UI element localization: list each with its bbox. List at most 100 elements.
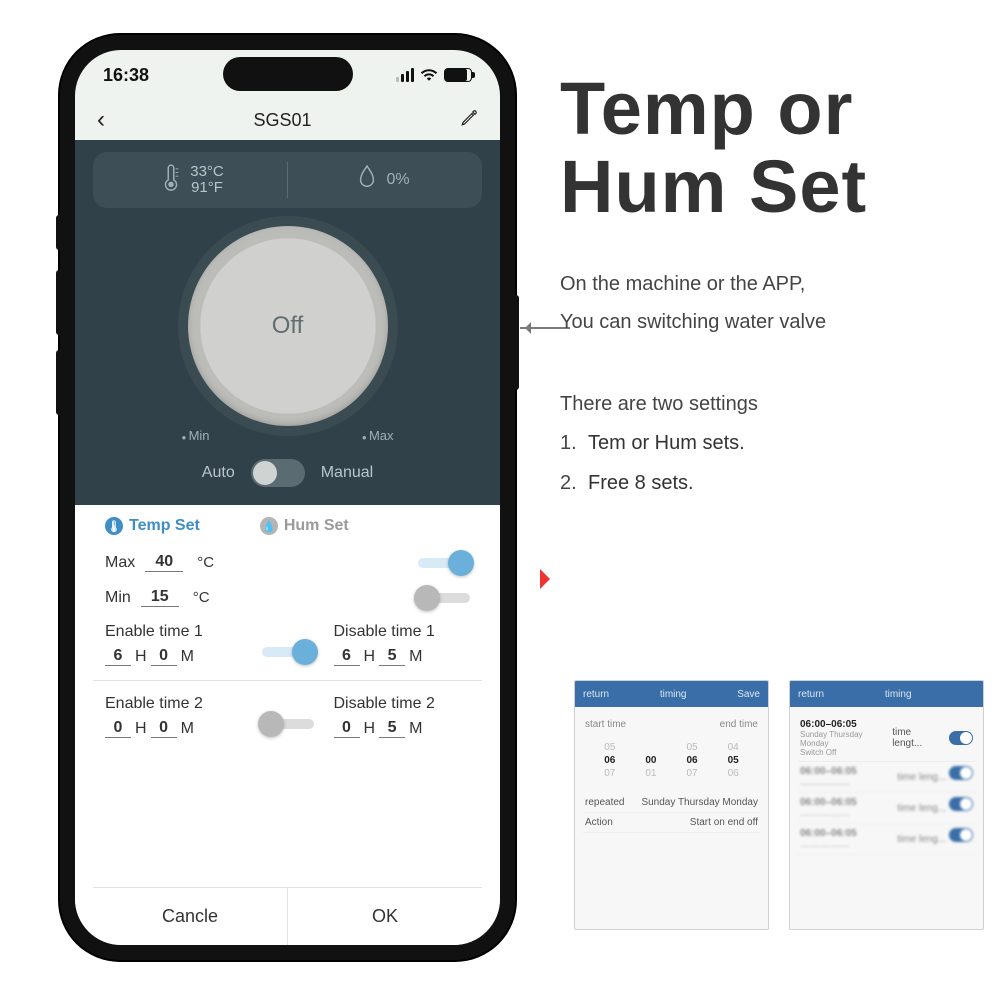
- disable-time-1-label: Disable time 1: [334, 623, 471, 641]
- app-header: ‹ SGS01: [75, 100, 500, 140]
- temp-celsius: 33°C: [190, 164, 224, 181]
- hour-unit: H: [135, 720, 147, 738]
- page-title: SGS01: [253, 110, 311, 131]
- max-input[interactable]: 40: [145, 553, 183, 572]
- thumb-start-label: start time: [585, 719, 626, 730]
- tab-hum-set[interactable]: 💧 Hum Set: [260, 517, 349, 535]
- thumb-return: return: [798, 689, 824, 700]
- power-button: [515, 295, 519, 390]
- promo-title-line1: Temp or: [560, 67, 853, 150]
- max-label: Max: [105, 554, 135, 572]
- tab-hum-label: Hum Set: [284, 517, 349, 535]
- enable-time-1-label: Enable time 1: [105, 623, 242, 641]
- thumbnail-timing-list: return timing 06:00–06:05 Sunday Thursda…: [789, 680, 984, 930]
- volume-down-button: [56, 350, 60, 415]
- red-triangle-icon: [540, 569, 560, 589]
- thermometer-icon: [160, 163, 182, 198]
- promo-panel: Temp or Hum Set On the machine or the AP…: [560, 70, 980, 503]
- enable1-hour[interactable]: 6: [105, 647, 131, 666]
- mode-toggle[interactable]: [251, 459, 305, 487]
- dial-state: Off: [272, 312, 304, 340]
- status-icons: [396, 65, 472, 86]
- droplet-icon: 💧: [260, 517, 278, 535]
- thumb-title: timing: [660, 689, 687, 700]
- time-picker: 050607 0001 050607 040506: [583, 742, 760, 779]
- volume-up-button: [56, 270, 60, 335]
- min-toggle[interactable]: [418, 593, 470, 603]
- thumb-row-time: 06:00–06:05: [800, 719, 892, 730]
- edit-button[interactable]: [460, 109, 478, 132]
- enable2-min[interactable]: 0: [151, 719, 177, 738]
- temperature-reading: 33°C 91°F: [107, 163, 277, 198]
- tab-row: 🌡 Temp Set 💧 Hum Set: [93, 517, 482, 545]
- thumb-row-action: Switch Off: [800, 748, 892, 757]
- minute-unit: M: [409, 648, 422, 666]
- thumb-repeated-value: Sunday Thursday Monday: [641, 797, 758, 808]
- tab-temp-set[interactable]: 🌡 Temp Set: [105, 517, 200, 535]
- thumbnail-timing-picker: return timing Save start time end time 0…: [574, 680, 769, 930]
- time-group-1: Enable time 1 6 H 0 M Disable time 1 6 H…: [93, 615, 482, 674]
- hour-unit: H: [135, 648, 147, 666]
- phone-frame: 16:38 ‹ SGS01: [60, 35, 515, 960]
- thumb-row-days: Sunday Thursday Monday: [800, 730, 892, 748]
- max-row: Max 40 °C: [93, 545, 482, 580]
- toggle-icon: [949, 731, 973, 745]
- humidity-reading: 0%: [298, 163, 468, 198]
- phone-screen: 16:38 ‹ SGS01: [75, 50, 500, 945]
- promo-title: Temp or Hum Set: [560, 70, 980, 225]
- disable1-min[interactable]: 5: [379, 647, 405, 666]
- promo-title-line2: Hum Set: [560, 145, 867, 228]
- thumb-action-label: Action: [585, 817, 613, 828]
- enable2-hour[interactable]: 0: [105, 719, 131, 738]
- status-time: 16:38: [103, 65, 149, 86]
- temp-fahrenheit: 91°F: [190, 180, 224, 197]
- thumbnails: return timing Save start time end time 0…: [574, 680, 984, 930]
- minute-unit: M: [409, 720, 422, 738]
- sensor-readout: 33°C 91°F 0%: [93, 152, 482, 208]
- min-input[interactable]: 15: [141, 588, 179, 607]
- hour-unit: H: [364, 720, 376, 738]
- side-button: [56, 215, 60, 250]
- time-group-2: Enable time 2 0 H 0 M Disable time 2 0 H…: [93, 687, 482, 746]
- disable2-hour[interactable]: 0: [334, 719, 360, 738]
- battery-icon: [444, 68, 472, 82]
- max-toggle[interactable]: [418, 558, 470, 568]
- cancel-button[interactable]: Cancle: [93, 888, 287, 945]
- thumb-end-label: end time: [720, 719, 758, 730]
- wifi-icon: [420, 65, 438, 86]
- thumb-spacer: [972, 689, 975, 700]
- thumb-return: return: [583, 689, 609, 700]
- mode-row: Auto Manual: [93, 459, 482, 487]
- divider: [287, 162, 288, 198]
- dial-min-label: Min: [182, 428, 210, 443]
- enable1-min[interactable]: 0: [151, 647, 177, 666]
- promo-line2: You can switching water valve: [560, 303, 980, 341]
- droplet-icon: [356, 163, 378, 198]
- time2-toggle[interactable]: [262, 719, 314, 729]
- power-dial[interactable]: Off: [188, 226, 388, 426]
- min-label: Min: [105, 589, 131, 607]
- disable2-min[interactable]: 5: [379, 719, 405, 738]
- humidity-value: 0%: [386, 171, 409, 189]
- back-button[interactable]: ‹: [97, 106, 105, 134]
- thumb-repeated-label: repeated: [585, 797, 624, 808]
- settings-panel: 🌡 Temp Set 💧 Hum Set Max 40 °C Min 15 °C: [75, 505, 500, 945]
- max-unit: °C: [197, 554, 214, 571]
- promo-line3: There are two settings: [560, 385, 980, 423]
- promo-line1: On the machine or the APP,: [560, 265, 980, 303]
- minute-unit: M: [181, 720, 194, 738]
- cell-signal-icon: [396, 68, 414, 82]
- thumb-action-value: Start on end off: [690, 817, 758, 828]
- dial-max-label: Max: [362, 428, 394, 443]
- disable1-hour[interactable]: 6: [334, 647, 360, 666]
- divider: [93, 680, 482, 681]
- ok-button[interactable]: OK: [287, 888, 482, 945]
- promo-item-1: Tem or Hum sets.: [588, 423, 980, 463]
- disable-time-2-label: Disable time 2: [334, 695, 471, 713]
- time1-toggle[interactable]: [262, 647, 314, 657]
- thumb-row-length: time lengt...: [892, 727, 943, 749]
- tab-temp-label: Temp Set: [129, 517, 200, 535]
- thermometer-icon: 🌡: [105, 517, 123, 535]
- mode-auto-label: Auto: [202, 464, 235, 482]
- hour-unit: H: [364, 648, 376, 666]
